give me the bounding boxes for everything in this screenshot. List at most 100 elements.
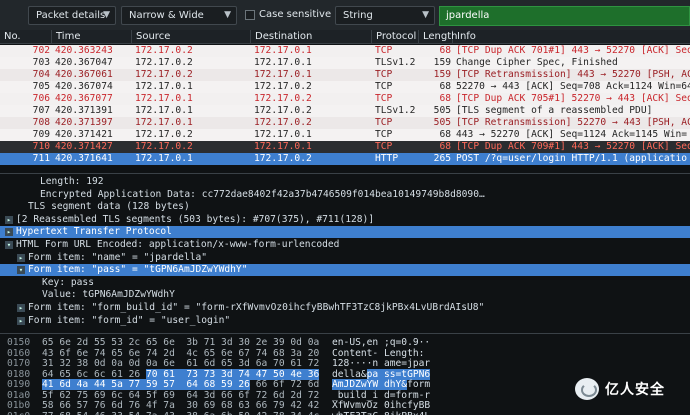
packet-cell-proto: TCP (375, 117, 393, 128)
packet-cell-proto: TCP (375, 93, 393, 104)
detail-line[interactable]: ▾ HTML Form URL Encoded: application/x-ww… (0, 239, 690, 251)
detail-line[interactable]: ▸ Hypertext Transfer Protocol (0, 226, 690, 239)
expand-icon[interactable]: ▸ (17, 316, 25, 325)
packet-row[interactable]: 710 420.371427 172.17.0.2 172.17.0.1 TCP 68 [T… (0, 141, 690, 153)
hex-bytes-pre: 65 6e 2d 55 53 2c 65 6e 3b 71 3d 30 2e 3… (42, 337, 320, 348)
packet-cell-dst: 172.17.0.2 (254, 93, 312, 104)
hex-bytes[interactable]: 41 6d 4a 44 5a 77 59 57 64 68 59 26 66 6… (42, 379, 319, 390)
hex-ascii-pre: whTF3TzC 8jkPBx4L (332, 411, 430, 415)
detail-line[interactable]: ▸ [2 Reassembled TLS segments (503 bytes)… (0, 214, 690, 226)
packet-cell-info: [TCP Dup ACK 705#1] 52270 → 443 [ACK] Se… (456, 93, 690, 104)
detail-line[interactable]: ▾ Form item: "pass" = "tGPN6AmJDZwYWdhY" (0, 264, 690, 277)
packet-cell-no: 704 (32, 69, 50, 80)
detail-line[interactable]: Key: pass (0, 277, 690, 289)
detail-text: Encrypted Application Data: cc772dae8402… (40, 188, 485, 200)
hex-bytes-sel: 41 6d 4a 44 5a 77 59 57 64 68 59 26 (42, 379, 250, 390)
packet-bytes-pane: 0150 65 6e 2d 55 53 2c 65 6e 3b 71 3d 30 … (0, 333, 690, 415)
detail-line[interactable]: Value: tGPN6AmJDZwYWdhY (0, 289, 690, 301)
detail-line[interactable]: Length: 192 (0, 176, 690, 188)
hex-ascii-pre: XfWvmvOz 0ihcfyBB (332, 400, 431, 411)
packet-cell-len: 159 (433, 69, 451, 80)
packet-cell-dst: 172.17.0.1 (254, 45, 312, 56)
packet-list-header: No. Time Source Destination Protocol Len… (0, 30, 690, 44)
column-source[interactable]: Source (132, 30, 251, 44)
packet-cell-no: 710 (32, 141, 50, 152)
detail-line[interactable]: ▸ Form item: "name" = "jpardella" (0, 252, 690, 264)
hex-ascii[interactable]: XfWvmvOz 0ihcfyBB (332, 400, 430, 411)
hex-ascii[interactable]: della&pa ss=tGPN6 (332, 368, 431, 380)
column-info[interactable]: Info (453, 30, 690, 44)
packet-cell-time: 420.371427 (55, 141, 113, 152)
packet-row[interactable]: 711 420.371641 172.17.0.1 172.17.0.2 HTTP 265… (0, 153, 690, 165)
char-width-select[interactable]: Narrow & Wide ▼ (121, 6, 237, 25)
packet-row[interactable]: 703 420.367047 172.17.0.2 172.17.0.1 TLSv1.2… (0, 57, 690, 69)
collapse-icon[interactable]: ▾ (5, 241, 13, 249)
hex-offset: 0170 (7, 358, 31, 369)
detail-text: Hypertext Transfer Protocol (16, 226, 172, 238)
chevron-down-icon: ▼ (103, 10, 110, 20)
hex-bytes[interactable]: 31 32 38 0d 0a 0d 0a 6e 61 6d 65 3d 6a 7… (42, 358, 319, 369)
hex-ascii[interactable]: whTF3TzC 8jkPBx4L (332, 411, 430, 415)
hex-bytes[interactable]: 5f 62 75 69 6c 64 5f 69 64 3d 66 6f 72 6… (42, 390, 319, 401)
hex-bytes-pre: 5f 62 75 69 6c 64 5f 69 64 3d 66 6f 72 6… (42, 389, 320, 401)
packet-cell-time: 420.363243 (55, 45, 113, 56)
column-no[interactable]: No. (0, 30, 52, 44)
packet-cell-src: 172.17.0.2 (135, 141, 193, 152)
expand-icon[interactable]: ▸ (5, 228, 13, 237)
detail-line[interactable]: TLS segment data (128 bytes) (0, 201, 690, 213)
packet-cell-no: 702 (32, 45, 50, 56)
column-length[interactable]: Length (419, 30, 458, 44)
search-type-value: String (343, 10, 373, 21)
detail-line[interactable]: Encrypted Application Data: cc772dae8402… (0, 189, 690, 201)
hex-bytes[interactable]: 43 6f 6e 74 65 6e 74 2d 4c 65 6e 67 74 6… (42, 348, 319, 359)
packet-cell-time: 420.367077 (55, 93, 113, 104)
hex-bytes[interactable]: 64 65 6c 6c 61 26 70 61 73 73 3d 74 47 5… (42, 368, 320, 380)
hex-ascii[interactable]: AmJDZwYW dhY&form (332, 379, 430, 390)
packet-row[interactable]: 709 420.371421 172.17.0.2 172.17.0.1 TCP 68 44… (0, 129, 690, 141)
packet-cell-dst: 172.17.0.1 (254, 141, 312, 152)
hex-bytes[interactable]: 58 66 57 76 6d 76 4f 7a 30 69 68 63 66 7… (42, 400, 319, 411)
watermark: 亿人安全 (575, 376, 690, 402)
packet-row[interactable]: 702 420.363243 172.17.0.2 172.17.0.1 TCP 68 [T… (0, 45, 690, 57)
detail-line[interactable]: ▸ Form item: "form_build_id" = "form-rXfW… (0, 302, 690, 314)
hex-offset: 0150 (7, 337, 31, 348)
char-width-value: Narrow & Wide (129, 10, 204, 21)
case-sensitive-checkbox[interactable] (245, 10, 255, 20)
expand-icon[interactable]: ▸ (17, 304, 25, 312)
expand-icon[interactable]: ▸ (5, 215, 13, 224)
chevron-down-icon: ▼ (224, 10, 231, 20)
collapse-icon[interactable]: ▾ (17, 266, 25, 275)
hex-row: 0170 31 32 38 0d 0a 0d 0a 6e 61 6d 65 3d … (0, 358, 690, 369)
hex-ascii[interactable]: 128····n ame=jpar (332, 358, 430, 369)
packet-cell-len: 505 (433, 117, 451, 128)
packet-cell-info: Change Cipher Spec, Finished (456, 57, 618, 68)
detail-line[interactable]: ▸ Form item: "form_id" = "user_login" (0, 315, 690, 326)
packet-cell-proto: TCP (375, 81, 393, 92)
hex-ascii[interactable]: en-US,en ;q=0.9·· (332, 337, 430, 348)
packet-cell-dst: 172.17.0.2 (254, 81, 312, 92)
hex-ascii-pre: Content- Length: (332, 347, 431, 359)
packet-row[interactable]: 706 420.367077 172.17.0.1 172.17.0.2 TCP 68 [T… (0, 93, 690, 105)
packet-row[interactable]: 708 420.371397 172.17.0.1 172.17.0.2 TCP 505 [… (0, 117, 690, 129)
expand-icon[interactable]: ▸ (17, 253, 25, 262)
column-protocol[interactable]: Protocol (372, 30, 419, 44)
packet-cell-len: 68 (439, 93, 451, 104)
packet-cell-info: POST /?q=user/login HTTP/1.1 (applicatio (456, 153, 688, 164)
hex-offset: 01c0 (7, 411, 30, 415)
search-type-select[interactable]: String ▼ (335, 6, 435, 25)
hex-ascii[interactable]: Content- Length: (332, 348, 430, 359)
hex-ascii[interactable]: _build_i d=form-r (332, 390, 430, 401)
packet-row[interactable]: 705 420.367074 172.17.0.1 172.17.0.2 TCP 68 52… (0, 81, 690, 93)
hex-bytes[interactable]: 77 68 54 46 33 54 7a 43 38 6a 6b 50 42 7… (42, 411, 319, 415)
hex-bytes[interactable]: 65 6e 2d 55 53 2c 65 6e 3b 71 3d 30 2e 3… (42, 337, 319, 348)
search-in-select[interactable]: Packet details ▼ (28, 6, 116, 25)
packet-row[interactable]: 704 420.367061 172.17.0.2 172.17.0.1 TCP 159 [… (0, 69, 690, 81)
packet-cell-src: 172.17.0.1 (135, 153, 193, 164)
packet-cell-proto: TCP (375, 45, 393, 56)
packet-cell-src: 172.17.0.2 (135, 57, 193, 68)
packet-list: 702 420.363243 172.17.0.2 172.17.0.1 TCP 68 [T… (0, 45, 690, 173)
column-time[interactable]: Time (52, 30, 132, 44)
search-input[interactable]: jpardella (439, 6, 690, 26)
column-destination[interactable]: Destination (251, 30, 372, 44)
packet-row[interactable]: 707 420.371391 172.17.0.1 172.17.0.2 TLSv1.2… (0, 105, 690, 117)
